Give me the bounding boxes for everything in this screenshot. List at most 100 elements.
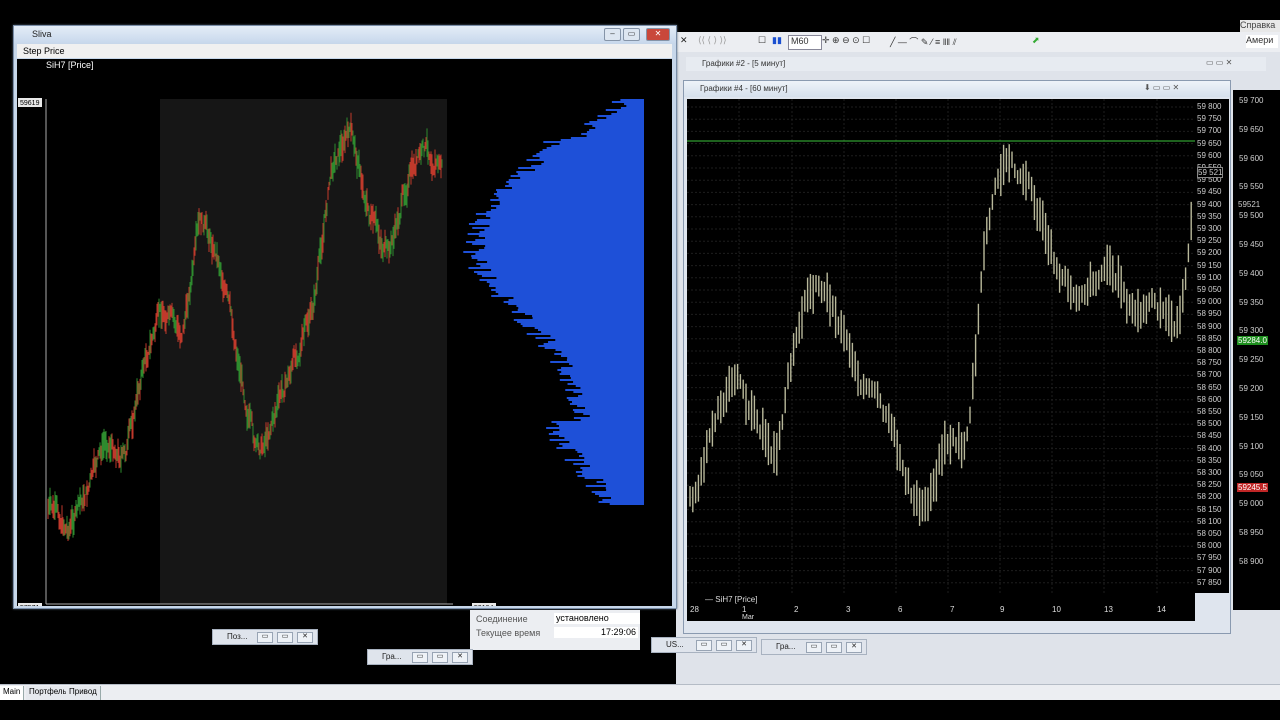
restore-icon[interactable]: ▭ — [696, 640, 712, 651]
profile-bar — [532, 315, 644, 317]
profile-bar — [597, 115, 644, 117]
maximize-button[interactable]: ▭ — [623, 28, 640, 41]
y-tick-label: 59 650 — [1239, 124, 1264, 134]
drawing-tools-icon[interactable]: ╱ — ⌒ ✎ ⁄ ≡ ‖‖ ⫽ — [890, 35, 957, 48]
profile-bar — [575, 449, 644, 451]
timeframe-select[interactable]: M60 — [788, 35, 822, 50]
minimized-window-label: Поз... — [227, 632, 248, 641]
y-tick-label: 58 900 — [1239, 556, 1264, 566]
profile-bar — [582, 453, 644, 455]
profile-bar — [481, 275, 644, 277]
tab-main[interactable]: Main — [0, 686, 25, 701]
profile-bar — [620, 99, 644, 101]
profile-bar — [573, 417, 644, 419]
y-tick-label: 58 150 — [1197, 504, 1222, 514]
x-tick-label: 28 — [690, 605, 699, 614]
hand-tool-icon[interactable]: ☐ — [758, 35, 766, 48]
maximize-icon[interactable]: ▭ — [716, 640, 732, 651]
profile-bar — [572, 409, 644, 411]
minimize-button[interactable]: – — [604, 28, 621, 41]
close-icon[interactable]: ✕ — [297, 632, 313, 643]
profile-bar — [496, 189, 644, 191]
profile-bar — [546, 427, 644, 429]
y-tick-label: 58 600 — [1197, 394, 1222, 404]
x-tick-label: 2 — [794, 605, 799, 614]
window-controls[interactable]: ⬇ ▭ ▭ ✕ — [1144, 83, 1179, 92]
profile-bar — [550, 361, 644, 363]
profile-bar — [485, 245, 644, 247]
y-tick-label: 59 550 — [1239, 182, 1264, 192]
close-icon[interactable]: ✕ — [680, 35, 688, 48]
profile-bar — [577, 475, 644, 477]
chart-window-4-titlebar[interactable]: Графики #4 - [60 минут] ⬇ ▭ ▭ ✕ — [684, 81, 1230, 97]
profile-bar — [534, 327, 644, 329]
profile-bar — [476, 219, 644, 221]
minimized-window[interactable]: Гра... ▭ ▭ ✕ — [761, 639, 867, 655]
profile-bar — [496, 191, 644, 193]
volume-profile-chart[interactable]: SiH7 [Price]596195757159194Autor: zonalk… — [17, 59, 672, 606]
nav-arrows-icon[interactable]: ⟨⟨ ⟨ ⟩ ⟩⟩ — [698, 35, 727, 48]
indicator-icon[interactable]: ⬈ — [1032, 35, 1040, 48]
profile-bar — [518, 307, 644, 309]
maximize-icon[interactable]: ▭ — [432, 652, 448, 663]
profile-bar — [554, 353, 644, 355]
connection-panel: Соединение установлено Текущее время 17:… — [470, 610, 640, 650]
minimized-window[interactable]: US... ▭ ▭ ✕ — [651, 637, 757, 653]
profile-bar — [595, 493, 644, 495]
profile-bar — [570, 137, 644, 139]
profile-bar — [496, 207, 644, 209]
profile-bar — [508, 183, 644, 185]
minimized-window[interactable]: Гра... ▭ ▭ ✕ — [367, 649, 473, 665]
profile-bar — [489, 285, 644, 287]
profile-bar — [561, 371, 644, 373]
y-tick-label: 59 300 — [1239, 326, 1264, 336]
restore-icon[interactable]: ▭ — [412, 652, 428, 663]
profile-bar — [565, 389, 644, 391]
profile-bar — [582, 393, 644, 395]
profile-bar — [584, 123, 644, 125]
profile-bar — [579, 455, 644, 457]
profile-bar — [466, 241, 644, 243]
price-tag: 59521 — [1237, 200, 1262, 209]
profile-bar — [475, 239, 644, 241]
close-icon[interactable]: ✕ — [846, 642, 862, 653]
profile-bar — [467, 233, 644, 235]
profile-bar — [491, 205, 644, 207]
profile-bar — [543, 161, 644, 163]
menu-step-price[interactable]: Step Price — [23, 46, 65, 56]
profile-bar — [566, 359, 644, 361]
window-controls[interactable]: ▭ ▭ ✕ — [1206, 58, 1232, 67]
profile-bar — [516, 171, 644, 173]
profile-bar — [582, 469, 644, 471]
close-icon[interactable]: ✕ — [736, 640, 752, 651]
tab-portfolio[interactable]: Портфель — [26, 686, 71, 701]
close-icon[interactable]: ✕ — [452, 652, 468, 663]
y-tick-label: 59 800 — [1197, 102, 1222, 111]
chart-window-2-titlebar[interactable]: Графики #2 - [5 минут] ▭ ▭ ✕ — [686, 57, 1266, 71]
corner-label: Амери — [1246, 35, 1278, 48]
profile-bar — [468, 223, 644, 225]
profile-bar — [508, 303, 644, 305]
y-tick-label: 58 050 — [1197, 529, 1222, 538]
profile-bar — [548, 433, 644, 435]
chart-window-4-title: Графики #4 - [60 минут] — [700, 84, 788, 93]
maximize-icon[interactable]: ▭ — [277, 632, 293, 643]
close-button[interactable]: ✕ — [646, 28, 670, 41]
profile-bar — [544, 347, 644, 349]
tab-drive[interactable]: Привод — [66, 686, 101, 701]
maximize-icon[interactable]: ▭ — [826, 642, 842, 653]
sliva-titlebar[interactable]: Sliva – ▭ ✕ — [14, 26, 676, 43]
profile-bar — [543, 141, 644, 143]
profile-bar — [486, 281, 644, 283]
profile-bar — [603, 479, 644, 481]
profile-bar — [561, 355, 644, 357]
minimized-window[interactable]: Поз... ▭ ▭ ✕ — [212, 629, 318, 645]
bar-chart-icon[interactable]: ▮▮ — [772, 35, 782, 48]
price-bar-chart[interactable] — [687, 99, 1195, 593]
menu-help[interactable]: Справка — [1240, 20, 1280, 32]
restore-icon[interactable]: ▭ — [257, 632, 273, 643]
restore-icon[interactable]: ▭ — [806, 642, 822, 653]
profile-bar — [595, 127, 644, 129]
bottom-value-label: 57571 — [20, 605, 40, 606]
crosshair-icon[interactable]: ✛ ⊕ ⊖ ⊙ ☐ — [822, 35, 870, 48]
